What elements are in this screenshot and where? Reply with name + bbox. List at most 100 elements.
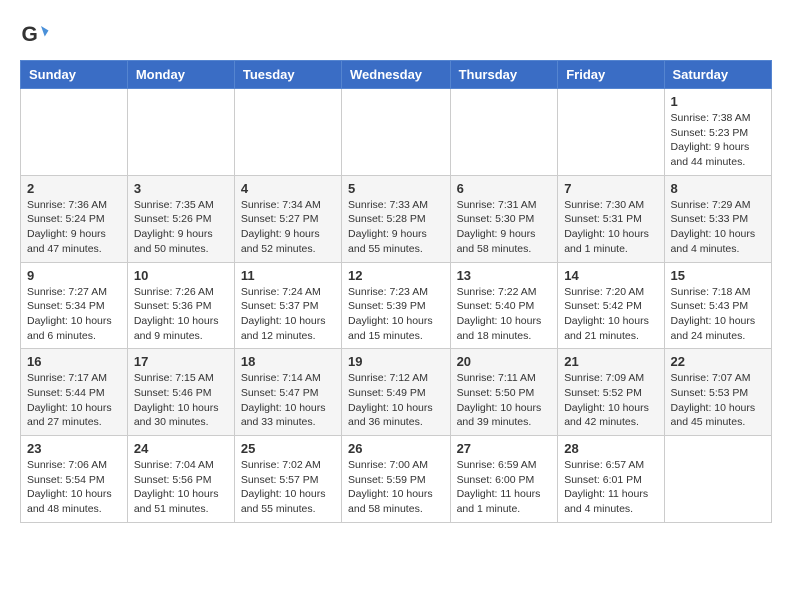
calendar-header-saturday: Saturday (664, 61, 771, 89)
day-number: 8 (671, 181, 765, 196)
day-number: 24 (134, 441, 228, 456)
day-info: Sunrise: 7:26 AM Sunset: 5:36 PM Dayligh… (134, 285, 228, 344)
calendar-header-friday: Friday (558, 61, 664, 89)
day-number: 11 (241, 268, 335, 283)
day-info: Sunrise: 7:09 AM Sunset: 5:52 PM Dayligh… (564, 371, 657, 430)
day-number: 21 (564, 354, 657, 369)
calendar-cell: 27Sunrise: 6:59 AM Sunset: 6:00 PM Dayli… (450, 436, 558, 523)
day-number: 13 (457, 268, 552, 283)
day-info: Sunrise: 7:35 AM Sunset: 5:26 PM Dayligh… (134, 198, 228, 257)
day-info: Sunrise: 7:02 AM Sunset: 5:57 PM Dayligh… (241, 458, 335, 517)
calendar-cell: 17Sunrise: 7:15 AM Sunset: 5:46 PM Dayli… (127, 349, 234, 436)
day-number: 26 (348, 441, 444, 456)
day-number: 28 (564, 441, 657, 456)
calendar-week-row: 2 Sunrise: 7:36 AM Sunset: 5:24 PM Daylig… (21, 175, 772, 262)
calendar-week-row: 23 Sunrise: 7:06 AM Sunset: 5:54 PM Dayli… (21, 436, 772, 523)
day-info: Sunrise: 7:31 AM Sunset: 5:30 PM Dayligh… (457, 198, 552, 257)
day-number: 4 (241, 181, 335, 196)
calendar-cell: 5 Sunrise: 7:33 AM Sunset: 5:28 PM Daylig… (342, 175, 451, 262)
calendar-cell (558, 89, 664, 176)
calendar-cell: 15 Sunrise: 7:18 AM Sunset: 5:43 PM Dayli… (664, 262, 771, 349)
day-info: Sunrise: 7:24 AM Sunset: 5:37 PM Dayligh… (241, 285, 335, 344)
calendar-week-row: 9 Sunrise: 7:27 AM Sunset: 5:34 PM Daylig… (21, 262, 772, 349)
calendar-cell (127, 89, 234, 176)
calendar-cell (664, 436, 771, 523)
calendar-header-tuesday: Tuesday (234, 61, 341, 89)
calendar-header-wednesday: Wednesday (342, 61, 451, 89)
day-number: 12 (348, 268, 444, 283)
day-number: 2 (27, 181, 121, 196)
calendar-cell: 19 Sunrise: 7:12 AM Sunset: 5:49 PM Dayli… (342, 349, 451, 436)
calendar-cell: 14 Sunrise: 7:20 AM Sunset: 5:42 PM Dayli… (558, 262, 664, 349)
day-info: Sunrise: 7:30 AM Sunset: 5:31 PM Dayligh… (564, 198, 657, 257)
day-info: Sunrise: 7:12 AM Sunset: 5:49 PM Dayligh… (348, 371, 444, 430)
day-info: Sunrise: 7:14 AM Sunset: 5:47 PM Dayligh… (241, 371, 335, 430)
day-number: 27 (457, 441, 552, 456)
calendar-cell: 6Sunrise: 7:31 AM Sunset: 5:30 PM Daylig… (450, 175, 558, 262)
calendar-cell: 4 Sunrise: 7:34 AM Sunset: 5:27 PM Daylig… (234, 175, 341, 262)
day-info: Sunrise: 7:06 AM Sunset: 5:54 PM Dayligh… (27, 458, 121, 517)
calendar-cell: 20 Sunrise: 7:11 AM Sunset: 5:50 PM Dayli… (450, 349, 558, 436)
day-info: Sunrise: 7:18 AM Sunset: 5:43 PM Dayligh… (671, 285, 765, 344)
calendar-cell: 12 Sunrise: 7:23 AM Sunset: 5:39 PM Dayli… (342, 262, 451, 349)
calendar-cell: 9 Sunrise: 7:27 AM Sunset: 5:34 PM Daylig… (21, 262, 128, 349)
day-number: 16 (27, 354, 121, 369)
day-number: 5 (348, 181, 444, 196)
calendar-cell: 11 Sunrise: 7:24 AM Sunset: 5:37 PM Dayli… (234, 262, 341, 349)
calendar-cell: 13 Sunrise: 7:22 AM Sunset: 5:40 PM Dayli… (450, 262, 558, 349)
day-info: Sunrise: 7:34 AM Sunset: 5:27 PM Dayligh… (241, 198, 335, 257)
calendar-week-row: 16 Sunrise: 7:17 AM Sunset: 5:44 PM Dayli… (21, 349, 772, 436)
day-info: Sunrise: 7:23 AM Sunset: 5:39 PM Dayligh… (348, 285, 444, 344)
calendar-header-row: SundayMondayTuesdayWednesdayThursdayFrid… (21, 61, 772, 89)
day-number: 10 (134, 268, 228, 283)
day-number: 19 (348, 354, 444, 369)
logo-icon: G (20, 20, 50, 50)
day-info: Sunrise: 7:29 AM Sunset: 5:33 PM Dayligh… (671, 198, 765, 257)
day-info: Sunrise: 6:57 AM Sunset: 6:01 PM Dayligh… (564, 458, 657, 517)
day-number: 25 (241, 441, 335, 456)
calendar-cell: 18 Sunrise: 7:14 AM Sunset: 5:47 PM Dayli… (234, 349, 341, 436)
calendar-cell: 16 Sunrise: 7:17 AM Sunset: 5:44 PM Dayli… (21, 349, 128, 436)
day-info: Sunrise: 7:15 AM Sunset: 5:46 PM Dayligh… (134, 371, 228, 430)
calendar-cell: 25 Sunrise: 7:02 AM Sunset: 5:57 PM Dayli… (234, 436, 341, 523)
calendar-cell (21, 89, 128, 176)
day-info: Sunrise: 7:04 AM Sunset: 5:56 PM Dayligh… (134, 458, 228, 517)
calendar-cell: 10 Sunrise: 7:26 AM Sunset: 5:36 PM Dayli… (127, 262, 234, 349)
day-number: 7 (564, 181, 657, 196)
calendar-cell: 26 Sunrise: 7:00 AM Sunset: 5:59 PM Dayli… (342, 436, 451, 523)
day-info: Sunrise: 7:38 AM Sunset: 5:23 PM Dayligh… (671, 111, 765, 170)
day-info: Sunrise: 7:00 AM Sunset: 5:59 PM Dayligh… (348, 458, 444, 517)
day-info: Sunrise: 7:20 AM Sunset: 5:42 PM Dayligh… (564, 285, 657, 344)
calendar-cell (342, 89, 451, 176)
calendar-cell: 8 Sunrise: 7:29 AM Sunset: 5:33 PM Daylig… (664, 175, 771, 262)
calendar-cell: 21 Sunrise: 7:09 AM Sunset: 5:52 PM Dayli… (558, 349, 664, 436)
day-info: Sunrise: 7:27 AM Sunset: 5:34 PM Dayligh… (27, 285, 121, 344)
day-number: 9 (27, 268, 121, 283)
calendar-cell: 3 Sunrise: 7:35 AM Sunset: 5:26 PM Daylig… (127, 175, 234, 262)
calendar-header-monday: Monday (127, 61, 234, 89)
calendar-cell: 2 Sunrise: 7:36 AM Sunset: 5:24 PM Daylig… (21, 175, 128, 262)
day-number: 22 (671, 354, 765, 369)
day-number: 15 (671, 268, 765, 283)
calendar-cell: 23 Sunrise: 7:06 AM Sunset: 5:54 PM Dayli… (21, 436, 128, 523)
day-number: 14 (564, 268, 657, 283)
calendar-cell (450, 89, 558, 176)
day-info: Sunrise: 7:17 AM Sunset: 5:44 PM Dayligh… (27, 371, 121, 430)
day-info: Sunrise: 7:22 AM Sunset: 5:40 PM Dayligh… (457, 285, 552, 344)
calendar-cell: 28 Sunrise: 6:57 AM Sunset: 6:01 PM Dayli… (558, 436, 664, 523)
day-info: Sunrise: 7:36 AM Sunset: 5:24 PM Dayligh… (27, 198, 121, 257)
calendar-cell: 1Sunrise: 7:38 AM Sunset: 5:23 PM Daylig… (664, 89, 771, 176)
calendar-week-row: 1Sunrise: 7:38 AM Sunset: 5:23 PM Daylig… (21, 89, 772, 176)
calendar-cell: 24 Sunrise: 7:04 AM Sunset: 5:56 PM Dayli… (127, 436, 234, 523)
page-header: G (20, 20, 772, 50)
calendar-cell: 7 Sunrise: 7:30 AM Sunset: 5:31 PM Daylig… (558, 175, 664, 262)
calendar-header-thursday: Thursday (450, 61, 558, 89)
day-number: 18 (241, 354, 335, 369)
day-info: Sunrise: 7:33 AM Sunset: 5:28 PM Dayligh… (348, 198, 444, 257)
day-info: Sunrise: 7:11 AM Sunset: 5:50 PM Dayligh… (457, 371, 552, 430)
day-number: 20 (457, 354, 552, 369)
day-number: 3 (134, 181, 228, 196)
calendar-header-sunday: Sunday (21, 61, 128, 89)
calendar-cell (234, 89, 341, 176)
day-number: 23 (27, 441, 121, 456)
